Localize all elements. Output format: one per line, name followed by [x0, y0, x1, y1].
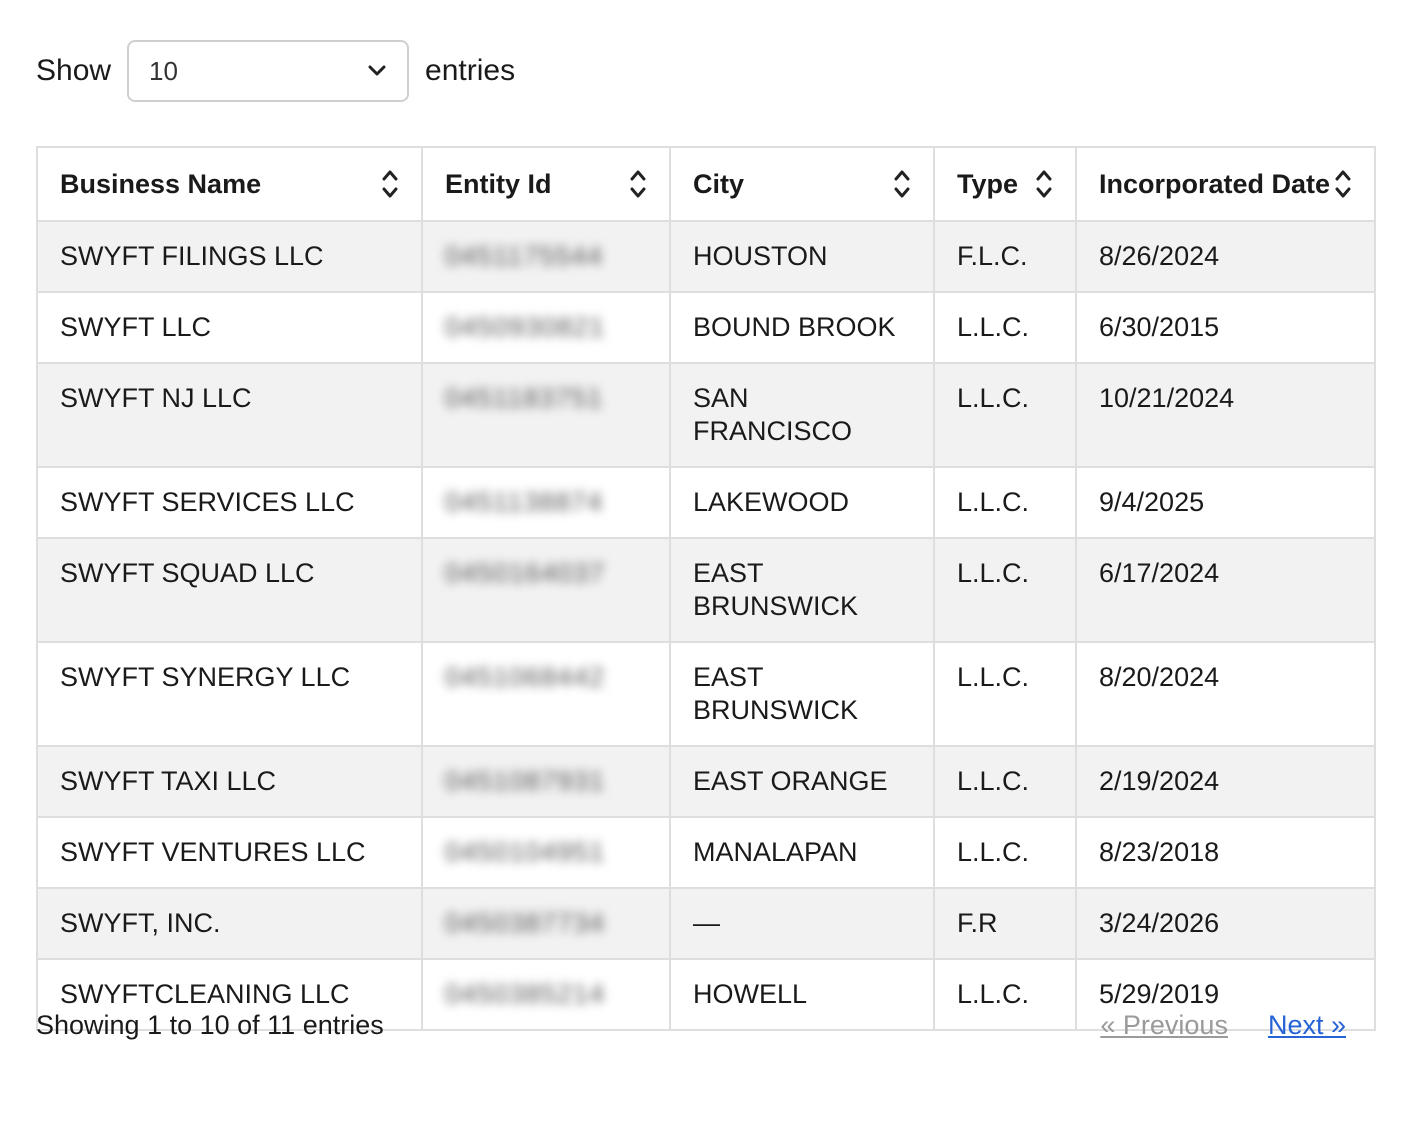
- type-cell: L.L.C.: [933, 537, 1077, 643]
- table-header-row: Business Name Entity Id City Type Incorp…: [36, 146, 1376, 222]
- city-cell: SAN FRANCISCO: [669, 362, 935, 468]
- business-name-cell: SWYFT SERVICES LLC: [36, 466, 423, 539]
- entries-per-page-value: 10: [149, 55, 178, 86]
- table-info: Showing 1 to 10 of 11 entries: [36, 1010, 384, 1040]
- incorporated-date-cell: 8/26/2024: [1075, 220, 1376, 293]
- column-header-type[interactable]: Type: [933, 146, 1077, 222]
- table-row: SWYFT SYNERGY LLC 0451068442 EAST BRUNSW…: [36, 641, 1376, 747]
- next-page-link[interactable]: Next »: [1268, 1010, 1346, 1041]
- table-row: SWYFT VENTURES LLC 0450104951 MANALAPAN …: [36, 816, 1376, 889]
- type-cell: L.L.C.: [933, 291, 1077, 364]
- entity-id-cell: 0451138874: [421, 466, 671, 539]
- table-row: SWYFT FILINGS LLC 0451175544 HOUSTON F.L…: [36, 220, 1376, 293]
- sort-icon[interactable]: [629, 168, 647, 200]
- incorporated-date-cell: 2/19/2024: [1075, 745, 1376, 818]
- table-row: SWYFT NJ LLC 0451183751 SAN FRANCISCO L.…: [36, 362, 1376, 468]
- pagination: « Previous Next »: [1100, 1010, 1346, 1041]
- column-header-city[interactable]: City: [669, 146, 935, 222]
- type-cell: L.L.C.: [933, 745, 1077, 818]
- table-row: SWYFT, INC. 0450387734 — F.R 3/24/2026: [36, 887, 1376, 960]
- entity-id-cell: 0450164037: [421, 537, 671, 643]
- entity-id-cell: 0450930821: [421, 291, 671, 364]
- sort-icon[interactable]: [381, 168, 399, 200]
- table-row: SWYFT SERVICES LLC 0451138874 LAKEWOOD L…: [36, 466, 1376, 539]
- type-cell: L.L.C.: [933, 958, 1077, 1031]
- entity-id-cell: 0451087931: [421, 745, 671, 818]
- business-name-cell: SWYFT SYNERGY LLC: [36, 641, 423, 747]
- city-cell: BOUND BROOK: [669, 291, 935, 364]
- entries-per-page-select[interactable]: 10: [127, 40, 410, 102]
- sort-icon[interactable]: [893, 168, 911, 200]
- city-cell: HOUSTON: [669, 220, 935, 293]
- previous-page-link[interactable]: « Previous: [1100, 1010, 1228, 1041]
- business-name-cell: SWYFT VENTURES LLC: [36, 816, 423, 889]
- chevron-down-icon: [367, 64, 387, 78]
- entries-label: entries: [425, 54, 516, 87]
- city-cell: —: [669, 887, 935, 960]
- sort-icon[interactable]: [1035, 168, 1053, 200]
- entity-id-cell: 0451175544: [421, 220, 671, 293]
- incorporated-date-cell: 6/17/2024: [1075, 537, 1376, 643]
- page-length-control: Show 10 entries: [36, 40, 515, 102]
- entity-id-cell: 0450387734: [421, 887, 671, 960]
- business-name-cell: SWYFT NJ LLC: [36, 362, 423, 468]
- incorporated-date-cell: 9/4/2025: [1075, 466, 1376, 539]
- type-cell: L.L.C.: [933, 816, 1077, 889]
- city-cell: EAST BRUNSWICK: [669, 641, 935, 747]
- entity-id-cell: 0451068442: [421, 641, 671, 747]
- business-name-cell: SWYFT LLC: [36, 291, 423, 364]
- city-cell: HOWELL: [669, 958, 935, 1031]
- business-name-cell: SWYFT TAXI LLC: [36, 745, 423, 818]
- business-results-table: Business Name Entity Id City Type Incorp…: [36, 146, 1376, 1031]
- table-row: SWYFT SQUAD LLC 0450164037 EAST BRUNSWIC…: [36, 537, 1376, 643]
- city-cell: LAKEWOOD: [669, 466, 935, 539]
- city-cell: MANALAPAN: [669, 816, 935, 889]
- incorporated-date-cell: 8/23/2018: [1075, 816, 1376, 889]
- column-header-entity-id[interactable]: Entity Id: [421, 146, 671, 222]
- city-cell: EAST ORANGE: [669, 745, 935, 818]
- entity-id-cell: 0450385214: [421, 958, 671, 1031]
- type-cell: F.L.C.: [933, 220, 1077, 293]
- table-row: SWYFT TAXI LLC 0451087931 EAST ORANGE L.…: [36, 745, 1376, 818]
- business-name-cell: SWYFT, INC.: [36, 887, 423, 960]
- show-label: Show: [36, 54, 112, 87]
- column-header-incorporated-date[interactable]: Incorporated Date: [1075, 146, 1376, 222]
- incorporated-date-cell: 3/24/2026: [1075, 887, 1376, 960]
- type-cell: L.L.C.: [933, 466, 1077, 539]
- incorporated-date-cell: 6/30/2015: [1075, 291, 1376, 364]
- incorporated-date-cell: 10/21/2024: [1075, 362, 1376, 468]
- city-cell: EAST BRUNSWICK: [669, 537, 935, 643]
- table-row: SWYFT LLC 0450930821 BOUND BROOK L.L.C. …: [36, 291, 1376, 364]
- incorporated-date-cell: 8/20/2024: [1075, 641, 1376, 747]
- business-name-cell: SWYFT FILINGS LLC: [36, 220, 423, 293]
- type-cell: L.L.C.: [933, 641, 1077, 747]
- entity-id-cell: 0450104951: [421, 816, 671, 889]
- entity-id-cell: 0451183751: [421, 362, 671, 468]
- business-name-cell: SWYFT SQUAD LLC: [36, 537, 423, 643]
- column-header-business-name[interactable]: Business Name: [36, 146, 423, 222]
- sort-icon[interactable]: [1334, 168, 1352, 200]
- type-cell: L.L.C.: [933, 362, 1077, 468]
- type-cell: F.R: [933, 887, 1077, 960]
